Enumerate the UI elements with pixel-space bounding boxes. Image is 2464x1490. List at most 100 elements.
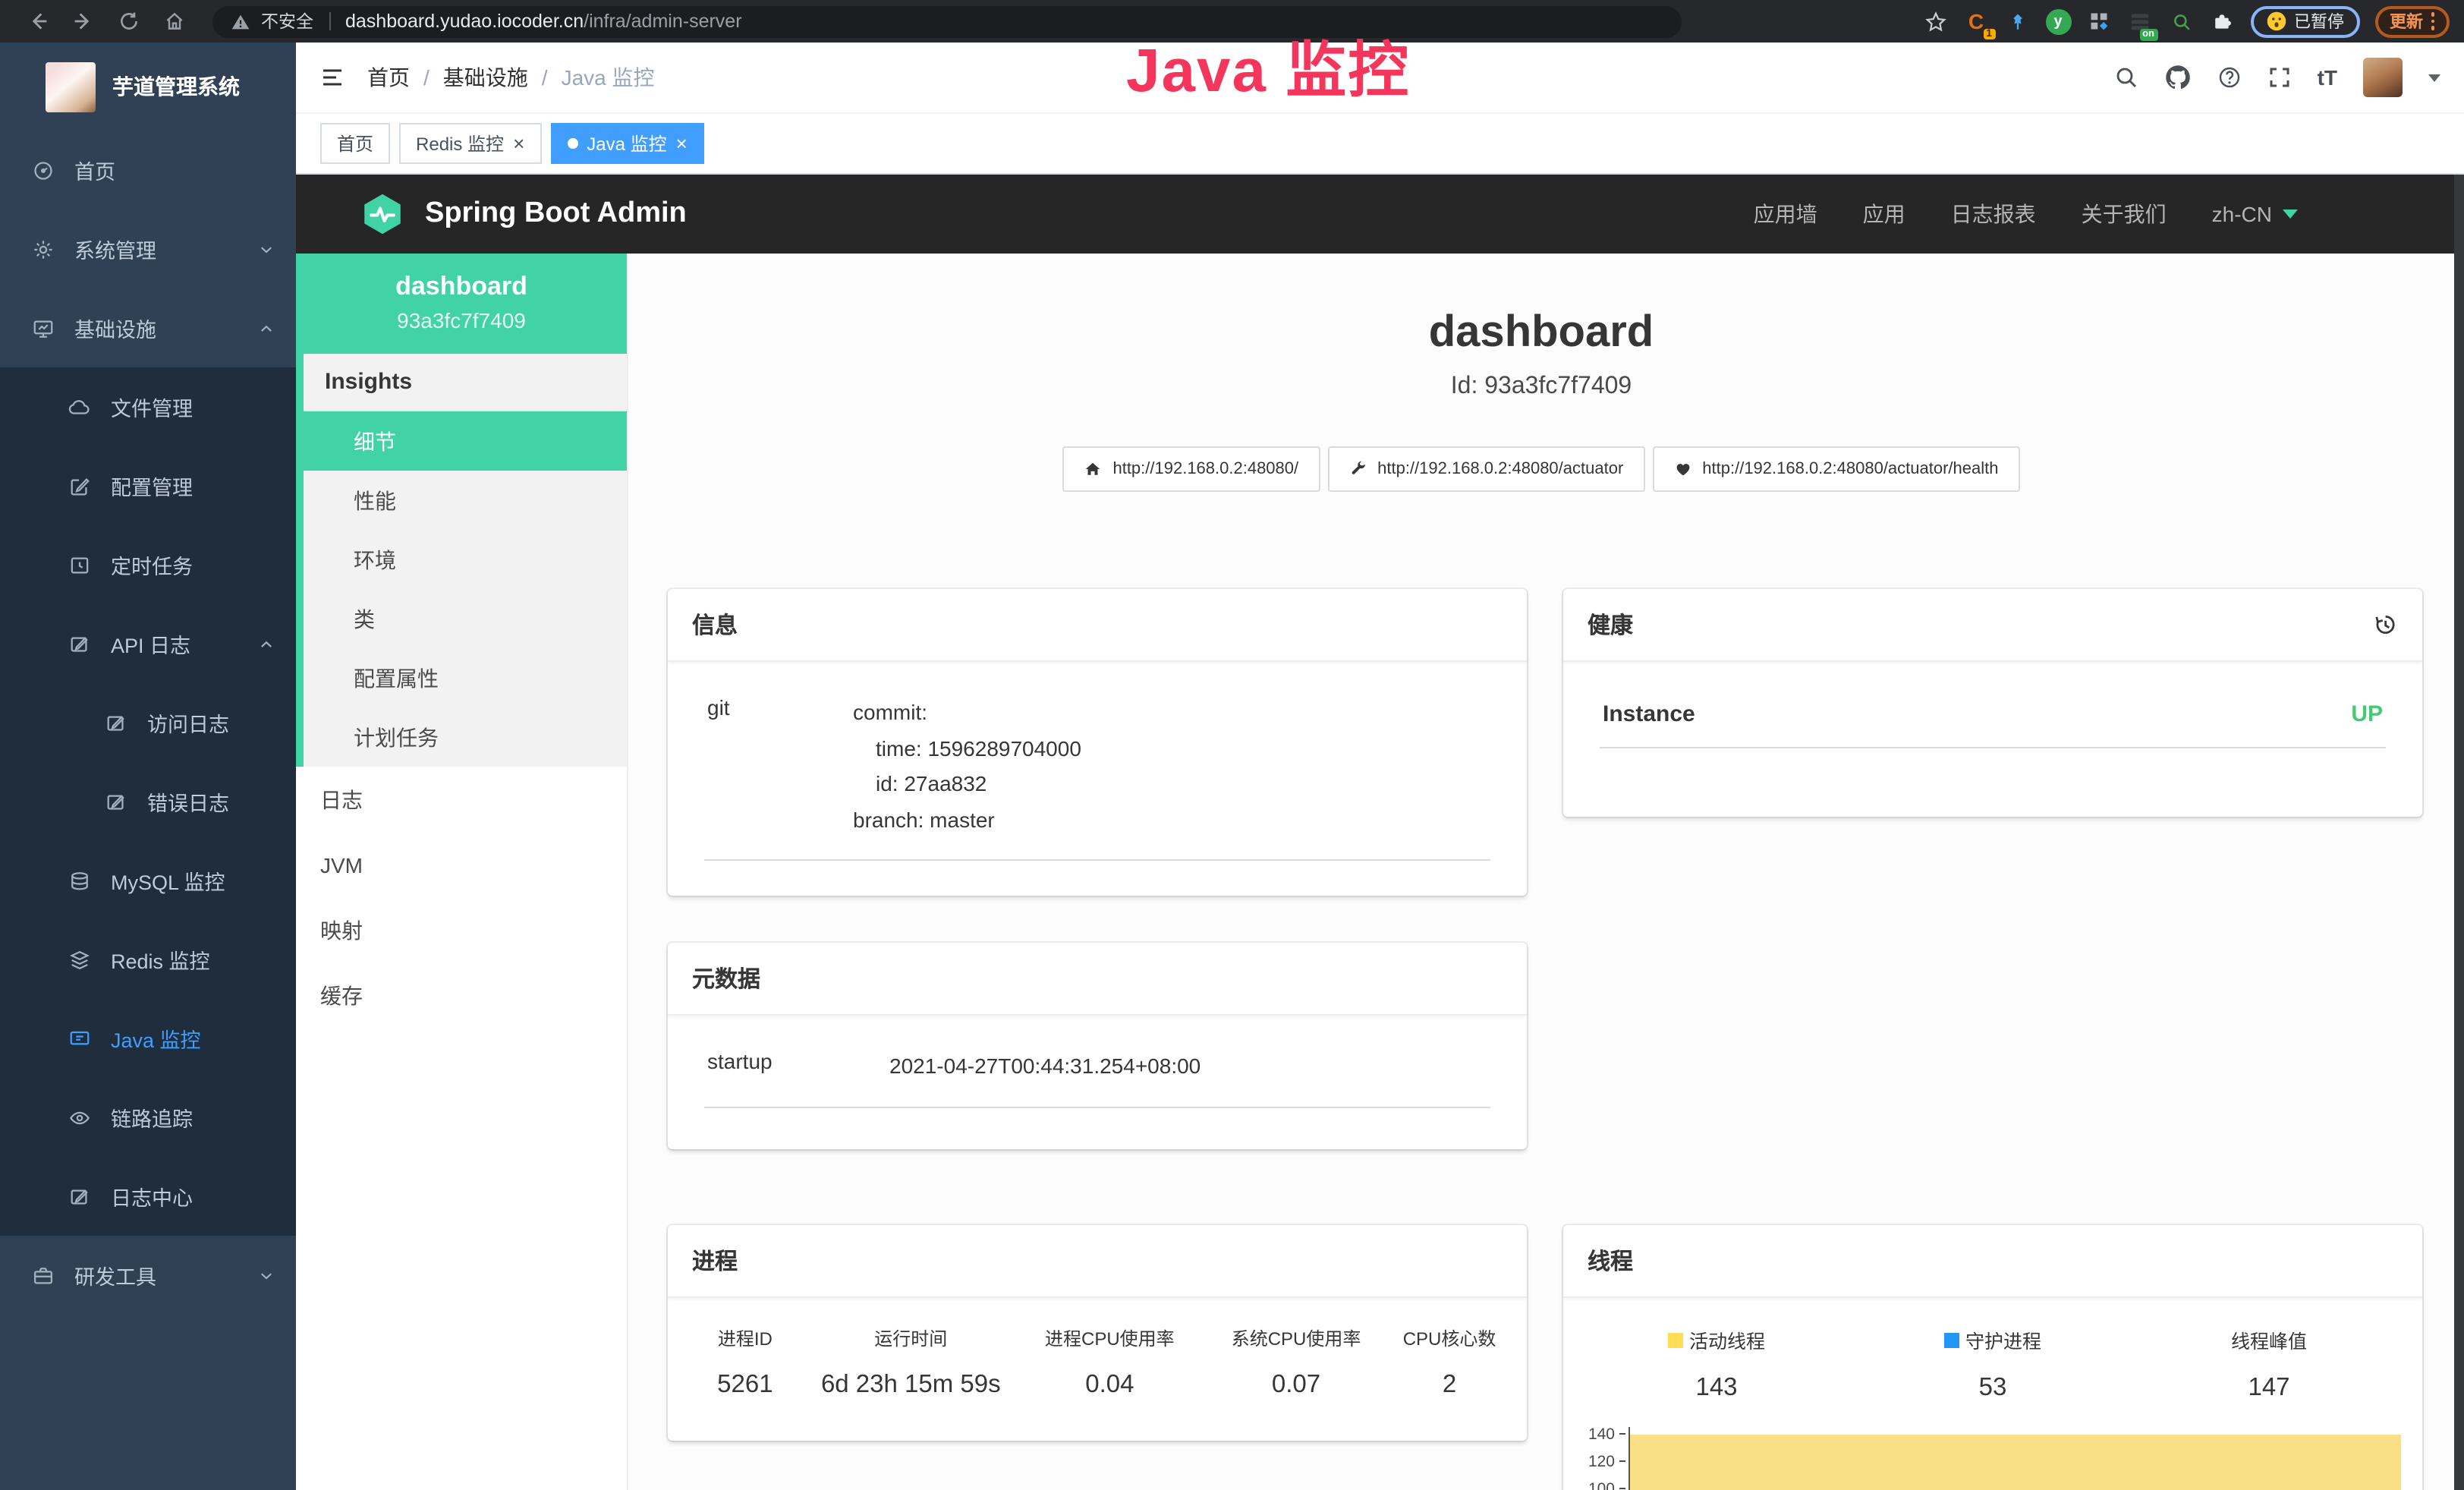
sba-instance-header[interactable]: dashboard 93a3fc7f7409 bbox=[296, 254, 627, 354]
home-icon bbox=[1084, 460, 1102, 478]
admin-sidebar: 芋道管理系统 首页 系统管理 基础设施 文件管理 配置管理 bbox=[0, 43, 296, 1490]
process-card: 进程 进程ID 运行时间 进程CPU使用率 系统CPU使用率 CPU核心数 52… bbox=[668, 1225, 1527, 1441]
health-url-link[interactable]: http://192.168.0.2:48080/actuator/health bbox=[1652, 446, 2019, 492]
service-url-link[interactable]: http://192.168.0.2:48080/ bbox=[1062, 446, 1320, 492]
search-icon[interactable] bbox=[2114, 65, 2138, 90]
paused-badge[interactable]: 已暂停 bbox=[2250, 5, 2359, 37]
sidebar-item-api-log[interactable]: API 日志 bbox=[0, 604, 296, 683]
more-menu-icon[interactable] bbox=[2431, 13, 2434, 30]
security-label[interactable]: 不安全 bbox=[261, 9, 313, 33]
sba-insights-group: Insights 细节 性能 环境 类 配置属性 计划任务 bbox=[296, 354, 627, 767]
threads-card: 线程 活动线程 守护进程 线程峰值 143 53 147 140 120 100 bbox=[1563, 1225, 2422, 1490]
log-edit-icon bbox=[68, 1185, 91, 1208]
update-browser-button[interactable]: 更新 bbox=[2374, 5, 2450, 37]
sidebar-item-dev-tools[interactable]: 研发工具 bbox=[0, 1236, 296, 1315]
sba-content: dashboard Id: 93a3fc7f7409 http://192.16… bbox=[628, 254, 2454, 1490]
sidebar-item-system[interactable]: 系统管理 bbox=[0, 209, 296, 288]
sidebar-item-file-manage[interactable]: 文件管理 bbox=[0, 367, 296, 446]
vertical-scrollbar[interactable] bbox=[2454, 175, 2464, 1490]
sba-item-classes[interactable]: 类 bbox=[304, 589, 627, 648]
tab-home[interactable]: 首页 bbox=[320, 123, 390, 164]
sba-nav-journal[interactable]: 日志报表 bbox=[1951, 199, 2036, 229]
close-icon[interactable]: × bbox=[676, 134, 688, 153]
edit-icon bbox=[68, 474, 91, 497]
annotation-text: Java 监控 bbox=[1126, 21, 1410, 109]
extension-pin-icon[interactable] bbox=[2004, 8, 2030, 34]
card-title: 健康 bbox=[1588, 609, 1633, 641]
sidebar-item-access-log[interactable]: 访问日志 bbox=[0, 683, 296, 762]
sba-item-metrics[interactable]: 性能 bbox=[304, 471, 627, 530]
sidebar-item-config-manage[interactable]: 配置管理 bbox=[0, 446, 296, 525]
sidebar-item-scheduled-jobs[interactable]: 定时任务 bbox=[0, 525, 296, 604]
tab-redis-monitor[interactable]: Redis 监控× bbox=[399, 123, 541, 164]
sba-item-details[interactable]: 细节 bbox=[304, 411, 627, 471]
sidebar-item-infrastructure[interactable]: 基础设施 bbox=[0, 288, 296, 367]
extension-search-icon[interactable] bbox=[2168, 8, 2194, 34]
chevron-up-icon bbox=[258, 320, 275, 336]
card-title: 信息 bbox=[692, 609, 738, 641]
process-table-row: 5261 6d 23h 15m 59s 0.04 0.07 2 bbox=[668, 1351, 1527, 1400]
actuator-url-link[interactable]: http://192.168.0.2:48080/actuator bbox=[1327, 446, 1644, 492]
sba-item-mappings[interactable]: 映射 bbox=[296, 897, 627, 962]
sba-item-jvm[interactable]: JVM bbox=[296, 832, 627, 897]
sidebar-item-tracing[interactable]: 链路追踪 bbox=[0, 1078, 296, 1157]
fullscreen-icon[interactable] bbox=[2267, 65, 2292, 90]
metadata-key: startup bbox=[707, 1049, 889, 1085]
extension-grid-icon[interactable] bbox=[2086, 8, 2112, 34]
browser-actions: C1 y on 已暂停 更新 bbox=[1922, 5, 2450, 37]
chevron-up-icon bbox=[258, 635, 275, 652]
active-dot bbox=[567, 138, 577, 149]
close-icon[interactable]: × bbox=[513, 134, 524, 153]
sidebar-item-error-log[interactable]: 错误日志 bbox=[0, 762, 296, 841]
monitor-icon bbox=[32, 317, 55, 339]
app-brand[interactable]: 芋道管理系统 bbox=[0, 43, 296, 131]
sba-item-logs[interactable]: 日志 bbox=[296, 767, 627, 832]
sidebar-item-log-center[interactable]: 日志中心 bbox=[0, 1157, 296, 1236]
avatar-caret-icon[interactable] bbox=[2428, 74, 2440, 81]
breadcrumb-infra[interactable]: 基础设施 bbox=[443, 62, 528, 93]
font-size-icon[interactable]: tT bbox=[2318, 65, 2337, 90]
history-icon[interactable] bbox=[2372, 612, 2398, 638]
help-icon[interactable] bbox=[2217, 65, 2242, 90]
extension-tampermonkey-icon[interactable]: on bbox=[2127, 8, 2153, 34]
sba-item-caches[interactable]: 缓存 bbox=[296, 962, 627, 1028]
reload-icon[interactable] bbox=[106, 11, 152, 32]
sba-item-scheduled-tasks[interactable]: 计划任务 bbox=[304, 707, 627, 767]
address-bar[interactable]: 不安全 dashboard.yudao.iocoder.cn/infra/adm… bbox=[212, 5, 1682, 37]
tab-java-monitor[interactable]: Java 监控× bbox=[550, 123, 704, 164]
bookmark-star-icon[interactable] bbox=[1922, 8, 1948, 34]
metadata-value: 2021-04-27T00:44:31.254+08:00 bbox=[889, 1049, 1201, 1085]
sba-language-select[interactable]: zh-CN bbox=[2212, 202, 2298, 226]
instance-id: 93a3fc7f7409 bbox=[296, 308, 627, 332]
back-icon[interactable] bbox=[15, 11, 61, 32]
extensions-puzzle-icon[interactable] bbox=[2209, 8, 2235, 34]
sba-brand[interactable]: Spring Boot Admin bbox=[425, 197, 687, 231]
github-icon[interactable] bbox=[2164, 64, 2192, 91]
user-avatar[interactable] bbox=[2363, 58, 2403, 97]
paused-label: 已暂停 bbox=[2294, 9, 2344, 33]
sba-group-label[interactable]: Insights bbox=[304, 354, 627, 411]
sba-nav: 应用墙 应用 日志报表 关于我们 zh-CN bbox=[1754, 199, 2298, 229]
breadcrumb-home[interactable]: 首页 bbox=[367, 62, 410, 93]
live-threads-area bbox=[1630, 1435, 2401, 1490]
home-icon[interactable] bbox=[152, 11, 197, 32]
gear-icon bbox=[32, 238, 55, 260]
sba-nav-wallboard[interactable]: 应用墙 bbox=[1754, 199, 1817, 229]
sba-nav-about[interactable]: 关于我们 bbox=[2082, 199, 2167, 229]
sba-item-environment[interactable]: 环境 bbox=[304, 530, 627, 589]
breadcrumb: 首页 / 基础设施 / Java 监控 bbox=[367, 62, 655, 93]
hamburger-icon[interactable] bbox=[320, 65, 345, 90]
sidebar-item-java-monitor[interactable]: Java 监控 bbox=[0, 999, 296, 1078]
sidebar-item-redis-monitor[interactable]: Redis 监控 bbox=[0, 920, 296, 999]
sidebar-submenu: 文件管理 配置管理 定时任务 API 日志 访问日志 错误日志 bbox=[0, 367, 296, 1236]
sba-nav-applications[interactable]: 应用 bbox=[1863, 199, 1905, 229]
sidebar-item-home[interactable]: 首页 bbox=[0, 131, 296, 209]
header-actions: tT bbox=[2114, 58, 2440, 97]
cloud-upload-icon bbox=[68, 395, 91, 418]
forward-icon[interactable] bbox=[61, 11, 106, 32]
sidebar-item-mysql-monitor[interactable]: MySQL 监控 bbox=[0, 841, 296, 920]
sba-item-config-props[interactable]: 配置属性 bbox=[304, 648, 627, 707]
wrench-icon bbox=[1348, 460, 1367, 478]
extension-colorzilla-icon[interactable]: C1 bbox=[1963, 8, 1989, 34]
extension-y-icon[interactable]: y bbox=[2045, 8, 2071, 34]
